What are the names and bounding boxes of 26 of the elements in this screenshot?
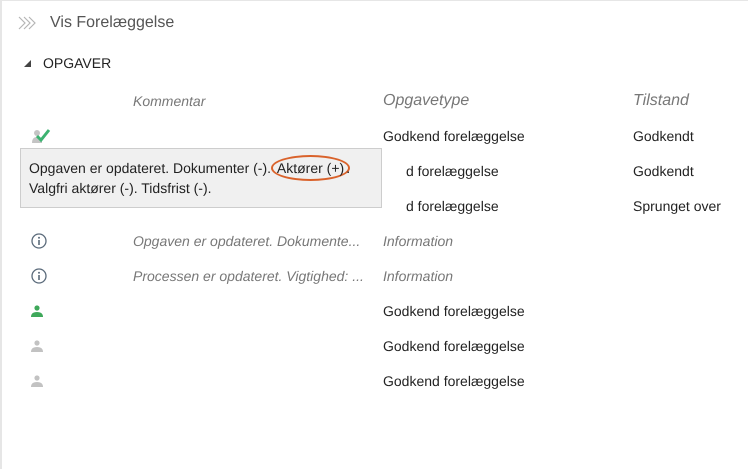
column-header: Opgavetype (383, 92, 470, 110)
table-cell: d forelæggelse (406, 198, 499, 214)
table-cell: Godkendt (633, 162, 694, 178)
triangle-icon[interactable] (24, 60, 31, 66)
window-title: Vis Forelæggelse (50, 14, 174, 32)
table-cell: Godkend forelæggelse (383, 128, 525, 144)
table-cell: Godkend forelæggelse (383, 338, 525, 354)
column-header: Kommentar (133, 92, 207, 108)
table-cell: Sprunget over (633, 198, 721, 214)
column-header: Tilstand (633, 92, 689, 110)
person-icon (31, 374, 43, 386)
info-icon (31, 268, 47, 284)
table-cell: Opgaven er opdateret. Dokumente... (133, 232, 360, 248)
table-cell: d forelæggelse (406, 162, 499, 178)
table-cell: Godkend forelæggelse (383, 302, 525, 318)
table-cell: Processen er opdateret. Vigtighed: ... (133, 268, 364, 284)
table-cell: Information (383, 232, 454, 248)
person-icon (31, 304, 43, 316)
info-icon (31, 232, 47, 248)
table-cell: Godkend forelæggelse (383, 372, 525, 388)
table-cell: Information (383, 268, 454, 284)
person-check-icon (31, 128, 51, 144)
tooltip-text: Opgaven er opdateret. Dokumenter (-). Aktører (+). Valgfri aktører (-). Tidsfrist (-). (29, 154, 373, 202)
table-cell: Godkendt (633, 128, 694, 144)
person-icon (31, 340, 43, 352)
section-title: OPGAVER (43, 55, 112, 71)
